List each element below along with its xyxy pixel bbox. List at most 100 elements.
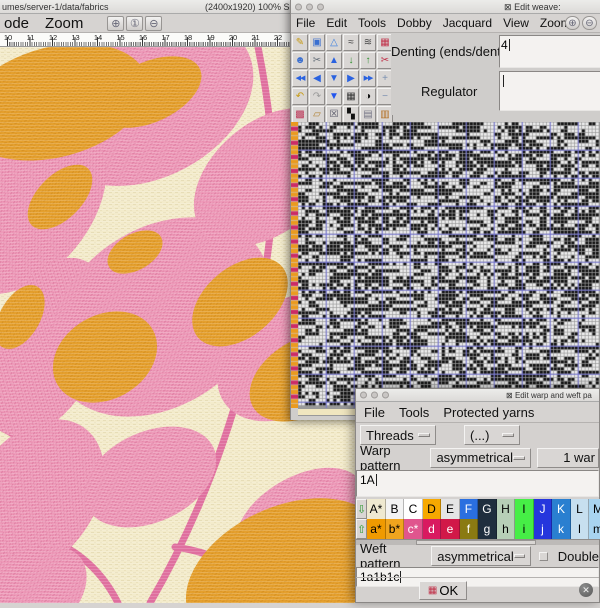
fabric-menu-ode[interactable]: ode <box>4 15 29 32</box>
zoom-in-icon[interactable]: ⊕ <box>565 16 580 30</box>
weft-swatch-d[interactable]: d <box>422 519 442 539</box>
warp-pattern-input[interactable]: 1A <box>356 470 599 497</box>
double-checkbox[interactable] <box>539 551 548 561</box>
redo-icon[interactable]: ↷ <box>309 88 325 105</box>
yarn-path-icon[interactable]: ≈ <box>343 34 359 51</box>
weft-swatch-j[interactable]: j <box>533 519 553 539</box>
warp-swatch-D[interactable]: D <box>422 499 442 519</box>
warp-swatch-M[interactable]: M <box>589 499 600 519</box>
brush-icon[interactable]: ✎ <box>292 34 308 51</box>
pattern-small-icon[interactable]: ▦ <box>343 88 359 105</box>
undo-icon[interactable]: ↶ <box>292 88 308 105</box>
warp-swatch-E[interactable]: E <box>441 499 460 519</box>
minimize-light-icon[interactable] <box>306 3 313 10</box>
weave-color-icon[interactable]: ▩ <box>292 106 308 123</box>
zoom-in-icon[interactable]: ⊕ <box>107 15 125 31</box>
weave-menu-dobby[interactable]: Dobby <box>397 16 432 30</box>
weft-swatch-i[interactable]: i <box>515 519 534 539</box>
warp-swatch-B[interactable]: B <box>385 499 405 519</box>
regulator-input[interactable] <box>499 71 600 111</box>
palette-scrollbar-thumb[interactable] <box>416 540 536 545</box>
warp-count-field[interactable]: 1 war <box>537 447 599 468</box>
weave-menu-jacquard[interactable]: Jacquard <box>443 16 492 30</box>
warp-yarn-palette: ⇩ A* B C D E F G H I J K L M <box>356 499 600 519</box>
pattern-menu-tools[interactable]: Tools <box>399 405 429 420</box>
warp-swatch-K[interactable]: K <box>552 499 571 519</box>
warp-swatch-H[interactable]: H <box>496 499 516 519</box>
yarn-cross-icon[interactable]: ≋ <box>360 34 376 51</box>
weft-swatch-b[interactable]: b* <box>385 519 405 539</box>
weft-swatch-h[interactable]: h <box>496 519 516 539</box>
window-traffic-lights[interactable] <box>360 391 389 399</box>
go-first-icon[interactable]: ◀◀ <box>292 70 308 87</box>
close-circle-icon[interactable]: ✕ <box>579 583 593 597</box>
warp-swatch-A[interactable]: A* <box>367 499 386 519</box>
close-light-icon[interactable] <box>360 391 367 399</box>
weft-swatch-g[interactable]: g <box>478 519 497 539</box>
copy-weft-up-icon[interactable]: ⇧ <box>356 519 368 539</box>
weft-mode-dropdown[interactable]: asymmetrical <box>431 546 532 566</box>
weave-menu-file[interactable]: File <box>296 16 315 30</box>
weft-swatch-f[interactable]: f <box>459 519 479 539</box>
weft-swatch-m[interactable]: m <box>589 519 600 539</box>
yarn-insert-down-icon[interactable]: ↓ <box>343 52 359 69</box>
go-down-icon[interactable]: ▼ <box>326 70 342 87</box>
zoom-out-icon[interactable]: ⊖ <box>145 15 163 31</box>
spool-icon[interactable]: ✂ <box>309 52 325 69</box>
down-filled-icon: ▼ <box>329 90 339 102</box>
weft-swatch-e[interactable]: e <box>441 519 460 539</box>
weft-swatch-l[interactable]: l <box>570 519 590 539</box>
pattern-menu-protected-yarns[interactable]: Protected yarns <box>443 405 534 420</box>
clear-box-icon[interactable]: ☒ <box>326 106 342 123</box>
go-left-icon[interactable]: ◀ <box>309 70 325 87</box>
warp-swatch-G[interactable]: G <box>478 499 497 519</box>
weave-grid-area <box>291 122 600 416</box>
window-traffic-lights[interactable] <box>295 3 324 10</box>
copy-icon[interactable]: ▤ <box>360 106 376 123</box>
warp-swatch-F[interactable]: F <box>459 499 479 519</box>
weave-menu-view[interactable]: View <box>503 16 529 30</box>
invert-icon[interactable]: ◑ <box>360 88 376 105</box>
pattern-bottom-bar: ▦ OK ✕ <box>356 577 599 602</box>
go-right-icon[interactable]: ▶ <box>343 70 359 87</box>
minimize-light-icon[interactable] <box>371 391 378 399</box>
maximize-light-icon[interactable] <box>317 3 324 10</box>
checker-icon[interactable]: ▚ <box>343 106 359 123</box>
export-folder-icon[interactable]: ▱ <box>309 106 325 123</box>
weave-window-title: ⊠ Edit weave: <box>504 2 561 12</box>
yarn-insert-up-icon[interactable]: ↑ <box>360 52 376 69</box>
yarn-path-icon: ≈ <box>348 36 354 48</box>
weft-swatch-a[interactable]: a* <box>367 519 386 539</box>
weave-grid-canvas[interactable] <box>298 122 600 408</box>
ok-button[interactable]: ▦ OK <box>419 581 467 600</box>
ruler-number: 21 <box>251 33 260 42</box>
weft-swatch-k[interactable]: k <box>552 519 571 539</box>
fabric-menu-zoom[interactable]: Zoom <box>45 15 83 32</box>
warp-swatch-J[interactable]: J <box>533 499 553 519</box>
warp-swatch-L[interactable]: L <box>570 499 590 519</box>
zoom-100-icon[interactable]: ① <box>126 15 144 31</box>
weave-red-icon: ▦ <box>380 36 390 48</box>
down-filled-icon[interactable]: ▼ <box>326 88 342 105</box>
weave-menu-edit[interactable]: Edit <box>326 16 347 30</box>
person-icon[interactable]: ☻ <box>292 52 308 69</box>
redo-icon: ↷ <box>312 90 322 102</box>
arrow-up-outline-icon[interactable]: △ <box>326 34 342 51</box>
go-last-icon[interactable]: ▶▶ <box>360 70 376 87</box>
pattern-menu-file[interactable]: File <box>364 405 385 420</box>
close-light-icon[interactable] <box>295 3 302 10</box>
panel-icon[interactable]: ▣ <box>309 34 325 51</box>
warp-mode-dropdown[interactable]: asymmetrical <box>430 447 532 468</box>
denting-input[interactable]: 4 <box>499 35 600 68</box>
warp-swatch-I[interactable]: I <box>515 499 534 519</box>
selector-dropdown[interactable]: (...) <box>464 425 520 445</box>
weft-swatch-c[interactable]: c* <box>404 519 423 539</box>
maximize-light-icon[interactable] <box>382 391 389 399</box>
arrow-up-icon[interactable]: ▲ <box>326 52 342 69</box>
zoom-out-icon[interactable]: ⊖ <box>582 16 597 30</box>
copy-warp-down-icon[interactable]: ⇩ <box>356 499 368 519</box>
warp-swatch-C[interactable]: C <box>404 499 423 519</box>
weave-menu-tools[interactable]: Tools <box>358 16 386 30</box>
go-left-icon: ◀ <box>313 72 321 84</box>
arrow-up-outline-icon: △ <box>330 36 338 48</box>
